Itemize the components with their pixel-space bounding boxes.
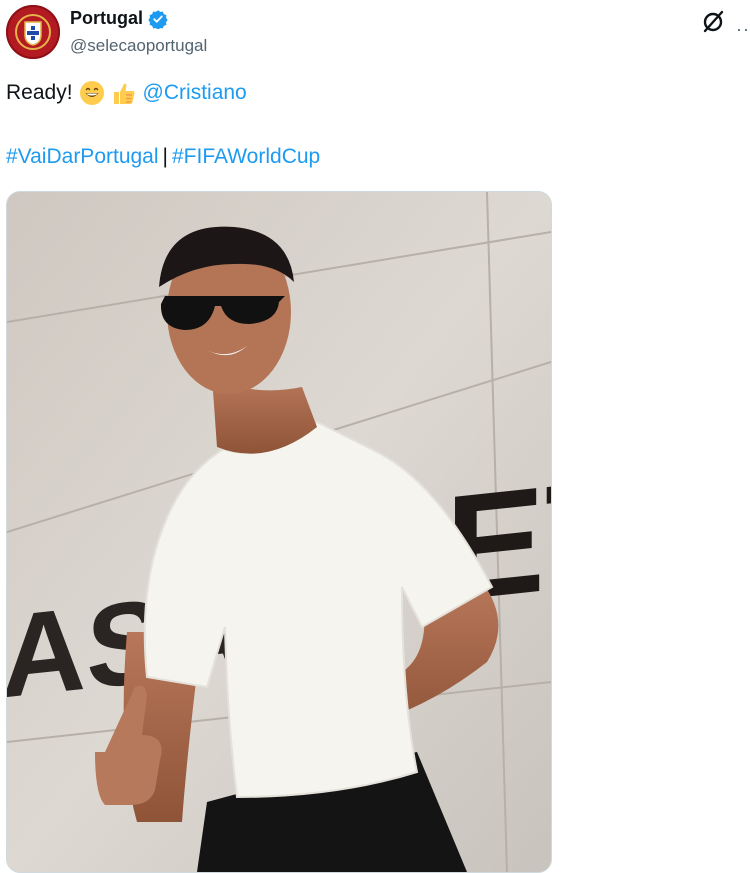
hashtag-link[interactable]: #FIFAWorldCup xyxy=(172,145,320,168)
display-name-row[interactable]: Portugal xyxy=(70,8,168,29)
tweet-text-line-2: #VaiDarPortugal | #FIFAWorldCup xyxy=(6,145,320,169)
portugal-crest-icon xyxy=(15,14,51,50)
thumbs-up-emoji-icon xyxy=(113,83,135,104)
avatar[interactable] xyxy=(6,5,60,59)
tweet-header: Portugal @selecaoportugal ·· xyxy=(6,5,749,61)
tweet-text-line-1: Ready! @Cristiano xyxy=(6,80,247,106)
hashtag-link[interactable]: #VaiDarPortugal xyxy=(6,145,159,168)
player-photo: ASA ET xyxy=(7,192,551,872)
tweet-media-image[interactable]: ASA ET xyxy=(6,191,552,873)
verified-badge-icon xyxy=(148,9,168,29)
grok-icon[interactable] xyxy=(700,9,726,35)
tweet-text: Ready! xyxy=(6,81,73,104)
more-options-icon[interactable]: ·· xyxy=(736,19,750,40)
mention-link[interactable]: @Cristiano xyxy=(143,81,247,105)
grinning-face-emoji-icon xyxy=(79,81,104,105)
display-name[interactable]: Portugal xyxy=(70,8,143,29)
separator: | xyxy=(162,145,168,168)
handle[interactable]: @selecaoportugal xyxy=(70,36,207,56)
